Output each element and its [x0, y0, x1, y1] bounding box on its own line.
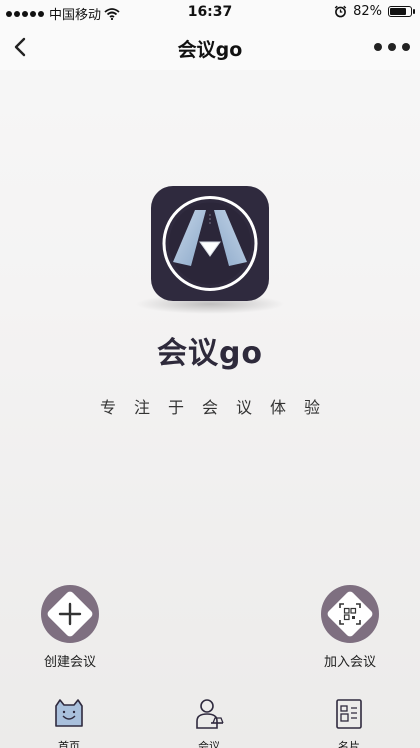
create-meeting-button[interactable]: 创建会议	[20, 585, 120, 670]
status-right: 82%	[334, 4, 415, 19]
tab-meeting[interactable]: 会议	[174, 696, 244, 748]
join-meeting-button[interactable]: 加入会议	[300, 585, 400, 670]
meeting-person-icon	[196, 699, 224, 729]
plus-icon	[58, 602, 82, 626]
tab-home-label: 首页	[58, 740, 80, 748]
alarm-icon	[334, 5, 347, 18]
tab-card[interactable]: 名片	[314, 696, 384, 748]
app-name: 会议go	[156, 336, 264, 371]
home-cat-icon	[55, 699, 83, 727]
qr-scan-icon	[339, 603, 361, 625]
slogan: 专注于会议体验	[99, 398, 338, 417]
business-card-icon	[336, 699, 362, 729]
join-meeting-circle[interactable]	[321, 585, 379, 643]
app-logo-icon	[151, 186, 269, 301]
nav-bar: 会议go	[0, 24, 420, 70]
tab-home[interactable]: 首页	[34, 696, 104, 748]
status-bar: 中国移动 16:37 82%	[0, 0, 420, 24]
more-dots-icon[interactable]	[374, 38, 410, 56]
tab-card-label: 名片	[338, 740, 360, 748]
tab-meeting-label: 会议	[198, 740, 220, 748]
create-meeting-label: 创建会议	[43, 655, 96, 670]
join-meeting-label: 加入会议	[323, 655, 376, 670]
battery-icon	[388, 6, 415, 17]
page-title: 会议go	[177, 39, 243, 61]
create-meeting-circle[interactable]	[41, 585, 99, 643]
battery-percent: 82%	[353, 4, 382, 19]
tab-bar: 首页 会议 名片	[0, 692, 420, 748]
